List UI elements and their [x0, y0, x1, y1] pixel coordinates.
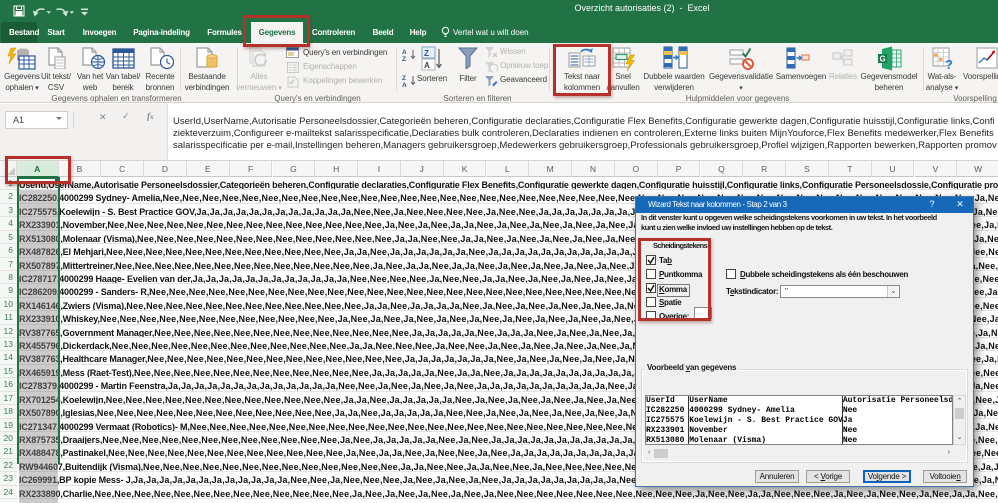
svg-text:A: A — [402, 49, 407, 56]
svg-text:Z: Z — [424, 49, 429, 58]
svg-text:G: G — [880, 55, 886, 64]
svg-text:A: A — [424, 61, 430, 70]
svg-text:A: A — [402, 82, 407, 87]
svg-text:?: ? — [945, 57, 953, 71]
svg-text:Z: Z — [402, 56, 406, 61]
svg-text:Z: Z — [402, 75, 406, 82]
